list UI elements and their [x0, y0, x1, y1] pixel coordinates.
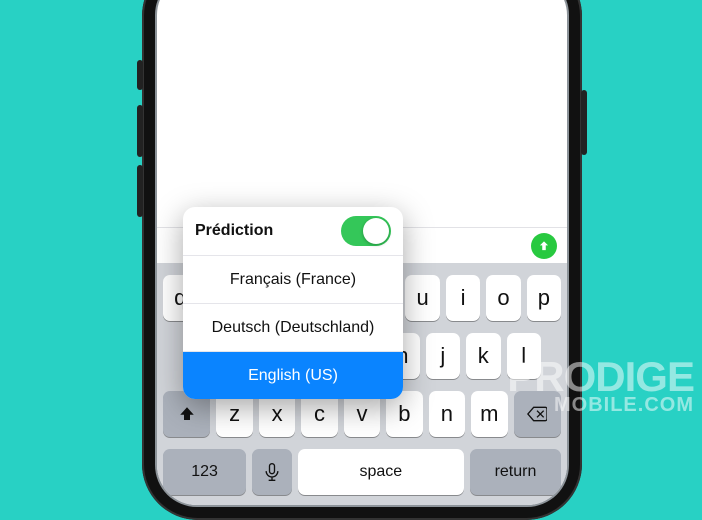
globe-key[interactable] [252, 449, 292, 495]
prediction-label: Prédiction [195, 222, 273, 240]
key-j[interactable]: j [426, 333, 460, 379]
return-key[interactable]: return [470, 449, 561, 495]
toggle-knob [363, 218, 389, 244]
backspace-icon [527, 406, 547, 422]
key-o[interactable]: o [486, 275, 520, 321]
space-key[interactable]: space [298, 449, 464, 495]
volume-up-button[interactable] [137, 105, 143, 157]
power-button[interactable] [581, 90, 587, 155]
key-i[interactable]: i [446, 275, 480, 321]
prediction-row[interactable]: Prédiction [183, 207, 403, 255]
key-n[interactable]: n [429, 391, 465, 437]
numeric-key[interactable]: 123 [163, 449, 246, 495]
delete-key[interactable] [514, 391, 561, 437]
shift-icon [178, 405, 196, 423]
arrow-up-icon [537, 239, 551, 253]
key-u[interactable]: u [405, 275, 439, 321]
mute-switch[interactable] [137, 60, 143, 90]
key-p[interactable]: p [527, 275, 561, 321]
language-popup: Prédiction Français (France) Deutsch (De… [183, 207, 403, 399]
key-m[interactable]: m [471, 391, 507, 437]
language-option-fr[interactable]: Français (France) [183, 255, 403, 303]
phone-screen: q w e r t y u i o p a s d f g h j k l [157, 0, 567, 505]
prediction-toggle[interactable] [341, 216, 391, 246]
volume-down-button[interactable] [137, 165, 143, 217]
key-k[interactable]: k [466, 333, 500, 379]
language-option-de[interactable]: Deutsch (Deutschland) [183, 303, 403, 351]
language-option-en[interactable]: English (US) [183, 351, 403, 399]
key-l[interactable]: l [507, 333, 541, 379]
microphone-icon [262, 462, 282, 482]
keyboard-row-4: 123 space return [157, 449, 567, 495]
send-button[interactable] [531, 233, 557, 259]
